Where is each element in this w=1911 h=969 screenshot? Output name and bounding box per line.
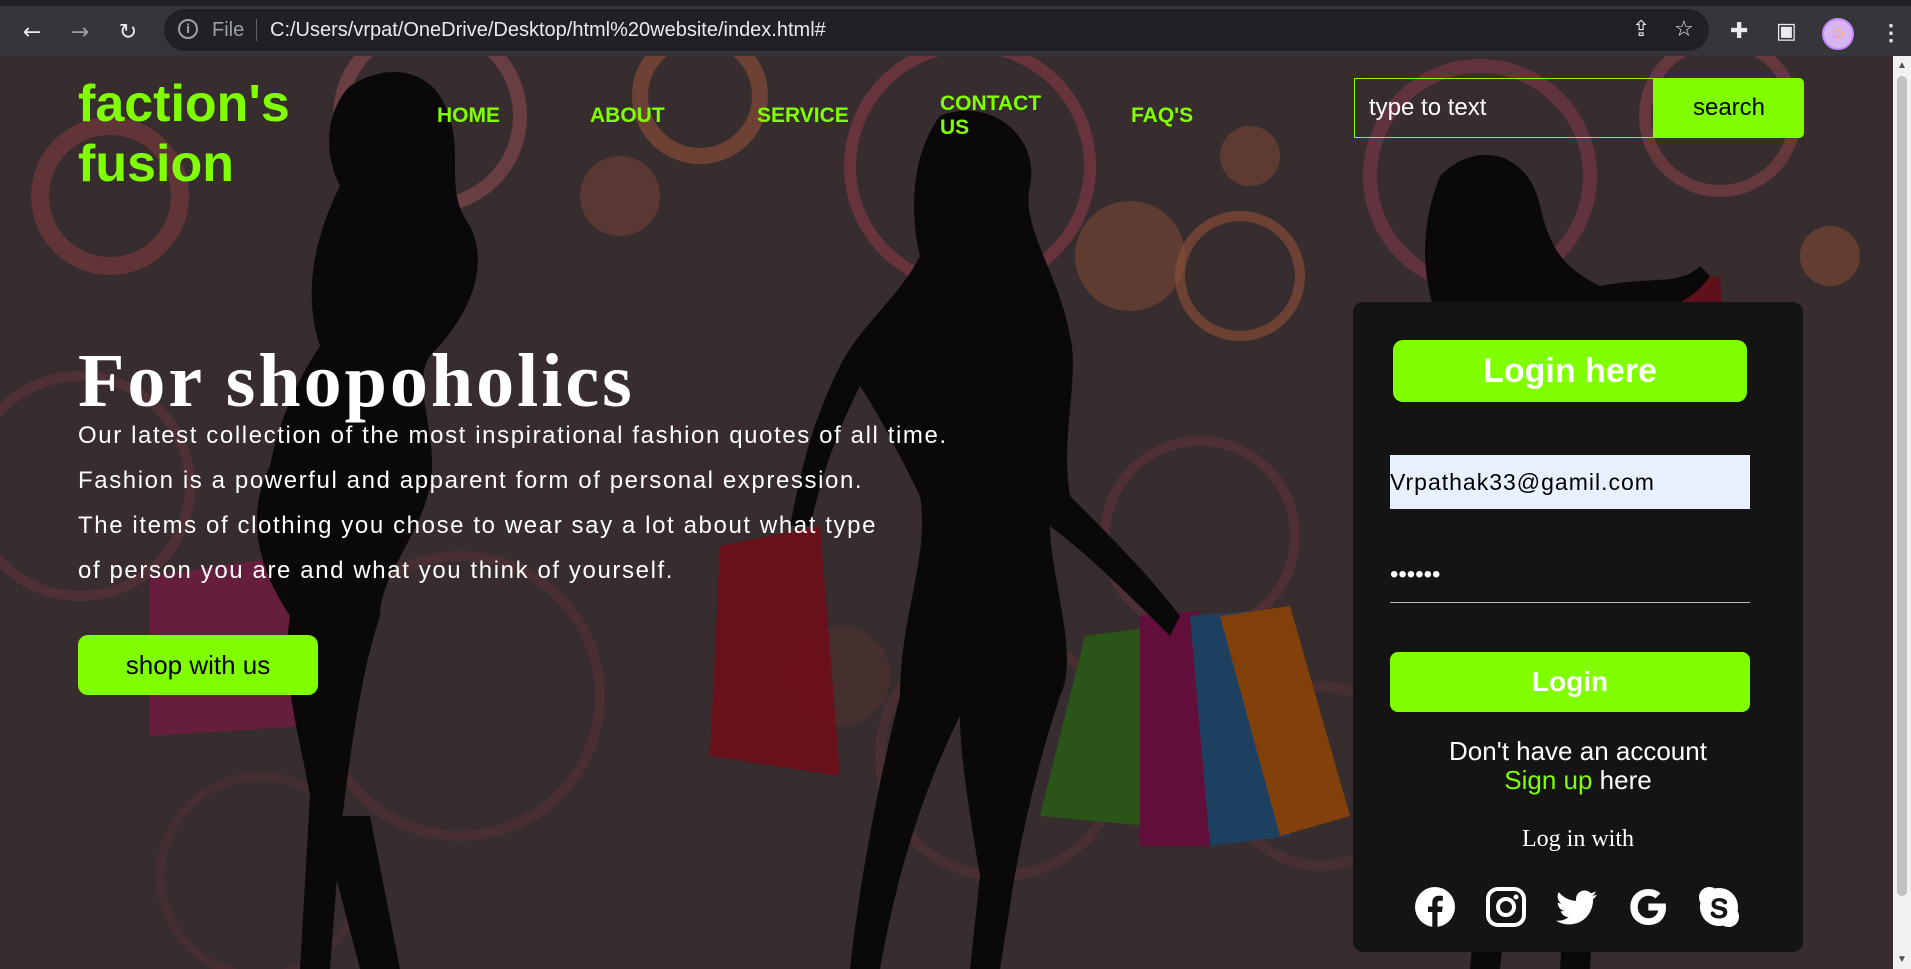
skype-icon[interactable] <box>1697 885 1741 929</box>
hero-text-line-2: Fashion is a powerful and apparent form … <box>78 467 864 494</box>
search-input[interactable] <box>1354 78 1654 138</box>
menu-kebab-icon[interactable]: ⋮ <box>1880 20 1902 46</box>
scroll-down-icon[interactable]: ▼ <box>1897 954 1907 965</box>
password-field[interactable] <box>1390 547 1750 603</box>
profile-avatar[interactable]: ☺ <box>1822 18 1854 50</box>
hero-title: For shopoholics <box>78 339 635 423</box>
facebook-icon[interactable] <box>1413 885 1457 929</box>
nav-contact-us[interactable]: CONTACT US <box>940 92 1050 140</box>
nav-faqs[interactable]: FAQ'S <box>1131 104 1193 128</box>
instagram-icon[interactable] <box>1484 885 1528 929</box>
login-card-title: Login here <box>1393 340 1747 402</box>
twitter-icon[interactable] <box>1555 885 1599 929</box>
omnibox-separator <box>256 19 257 41</box>
page-scrollbar[interactable]: ▲ ▼ <box>1893 56 1911 969</box>
scroll-up-icon[interactable]: ▲ <box>1897 60 1907 71</box>
signup-link[interactable]: Sign up <box>1504 765 1592 795</box>
hero-text-line-3: The items of clothing you chose to wear … <box>78 512 878 539</box>
side-panel-icon[interactable]: ▣ <box>1776 19 1797 44</box>
login-button[interactable]: Login <box>1390 652 1750 712</box>
site-logo[interactable]: faction's fusion <box>78 74 338 194</box>
email-field[interactable] <box>1390 455 1750 509</box>
browser-toolbar: ← → ↻ i File C:/Users/vrpat/OneDrive/Des… <box>0 0 1911 56</box>
reload-icon[interactable]: ↻ <box>112 16 144 48</box>
login-card: Login here Login Don't have an account S… <box>1353 302 1803 952</box>
signup-line: Sign up here <box>1353 765 1803 795</box>
search-button[interactable]: search <box>1654 78 1804 138</box>
page-viewport: faction's fusion HOME ABOUT SERVICE CONT… <box>0 56 1893 969</box>
file-label: File <box>212 19 245 41</box>
info-icon[interactable]: i <box>178 19 198 39</box>
back-arrow-icon[interactable]: ← <box>16 16 48 48</box>
no-account-text: Don't have an account <box>1449 736 1707 766</box>
nav-service[interactable]: SERVICE <box>757 104 849 128</box>
hero-text-line-1: Our latest collection of the most inspir… <box>78 422 948 449</box>
address-bar[interactable]: i File C:/Users/vrpat/OneDrive/Desktop/h… <box>164 9 1709 51</box>
hero-text-line-4: of person you are and what you think of … <box>78 557 675 584</box>
url-text[interactable]: C:/Users/vrpat/OneDrive/Desktop/html%20w… <box>270 19 826 42</box>
nav-home[interactable]: HOME <box>437 104 500 128</box>
scrollbar-thumb[interactable] <box>1897 76 1907 896</box>
forward-arrow-icon[interactable]: → <box>64 16 96 48</box>
login-with-label: Log in with <box>1522 826 1634 852</box>
share-icon[interactable]: ⇪ <box>1632 17 1650 42</box>
star-icon[interactable]: ☆ <box>1674 17 1694 42</box>
nav-about[interactable]: ABOUT <box>590 104 665 128</box>
google-icon[interactable] <box>1626 885 1670 929</box>
signup-suffix: here <box>1592 765 1652 795</box>
extensions-icon[interactable]: ✚ <box>1730 19 1748 44</box>
shop-with-us-button[interactable]: shop with us <box>78 635 318 695</box>
